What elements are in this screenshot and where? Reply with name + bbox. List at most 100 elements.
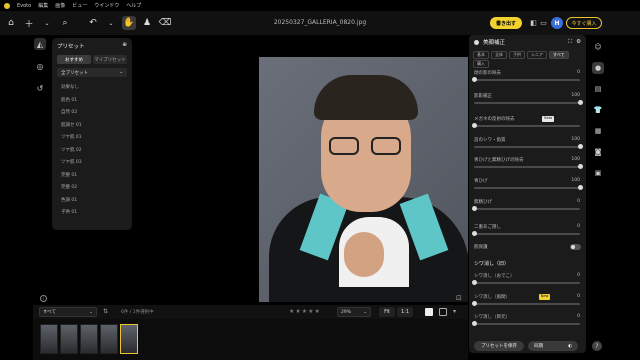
skin-icon[interactable]: ● bbox=[592, 62, 604, 74]
slider-track[interactable] bbox=[474, 144, 583, 149]
adjust-icon[interactable]: ◎ bbox=[34, 60, 46, 72]
tab-all[interactable]: すべて bbox=[549, 51, 569, 59]
clothing-icon[interactable]: 👕 bbox=[592, 104, 604, 116]
sync-button[interactable]: 同期 ◐ bbox=[528, 341, 578, 351]
thumbnail[interactable] bbox=[60, 324, 78, 354]
slider-knob[interactable] bbox=[472, 206, 477, 211]
preset-filter-dropdown[interactable]: 全プリセット ⌄ bbox=[57, 68, 127, 77]
slider-track[interactable] bbox=[472, 123, 580, 128]
camera-icon[interactable]: ◙ bbox=[592, 146, 604, 158]
preset-item[interactable]: 子供 01 bbox=[57, 206, 127, 219]
settings-icon[interactable]: ⚙ bbox=[576, 39, 581, 45]
export-button[interactable]: 書き出す bbox=[490, 17, 522, 29]
compare-icon[interactable]: ◧ bbox=[529, 18, 538, 27]
slider-knob[interactable] bbox=[472, 280, 477, 285]
chevron-down-icon[interactable]: ⌄ bbox=[40, 16, 54, 30]
slider-knob[interactable] bbox=[472, 77, 477, 82]
single-view-icon[interactable] bbox=[425, 308, 433, 316]
tab-overall[interactable]: 全体 bbox=[491, 51, 507, 59]
actual-size-button[interactable]: 1:1 bbox=[397, 307, 413, 317]
eraser-tool-icon[interactable]: ⌫ bbox=[158, 16, 172, 30]
fit-button[interactable]: Fit bbox=[379, 307, 395, 317]
preset-item[interactable]: 肌調せ 01 bbox=[57, 119, 127, 132]
slider-track[interactable] bbox=[472, 321, 580, 326]
stamp-tool-icon[interactable]: ♟ bbox=[140, 16, 154, 30]
adjust-slider[interactable]: 影影補正 100 bbox=[474, 93, 583, 105]
thumbnail-selected[interactable] bbox=[120, 324, 138, 354]
slider-knob[interactable] bbox=[472, 123, 477, 128]
preset-item[interactable]: ツヤ肌 02 bbox=[57, 144, 127, 157]
add-icon[interactable]: ＋ bbox=[22, 16, 36, 30]
tab-purchased[interactable]: 購入 bbox=[473, 60, 489, 68]
adjust-slider[interactable]: 顔の影の除去 0 bbox=[472, 70, 580, 82]
wrinkle-slider[interactable]: シワ消し（おでこ） 0 bbox=[472, 273, 580, 285]
preset-item[interactable]: ツヤ肌 01 bbox=[57, 131, 127, 144]
slider-knob[interactable] bbox=[472, 301, 477, 306]
hand-tool-icon[interactable]: ✋ bbox=[122, 16, 136, 30]
slider-track[interactable] bbox=[472, 280, 580, 285]
slider-track[interactable] bbox=[472, 301, 580, 306]
search-icon[interactable]: ⌕ bbox=[58, 16, 72, 30]
slider-knob[interactable] bbox=[578, 100, 583, 105]
thumbnail[interactable] bbox=[40, 324, 58, 354]
help-icon[interactable]: ? bbox=[592, 341, 602, 351]
slider-track[interactable] bbox=[472, 77, 580, 82]
preset-item[interactable]: 効果なし bbox=[57, 81, 127, 94]
preset-item[interactable]: 完璧 02 bbox=[57, 181, 127, 194]
tab-recommended[interactable]: おすすめ bbox=[57, 55, 91, 64]
preset-item[interactable]: 色調 01 bbox=[57, 194, 127, 207]
adjust-slider[interactable]: 青ひげ 100 bbox=[474, 178, 583, 190]
slider-track[interactable] bbox=[474, 164, 583, 169]
preset-item[interactable]: 完璧 01 bbox=[57, 169, 127, 182]
slider-knob[interactable] bbox=[578, 185, 583, 190]
tab-basic[interactable]: 基本 bbox=[473, 51, 489, 59]
slider-knob[interactable] bbox=[578, 144, 583, 149]
tab-senior[interactable]: シニア bbox=[527, 51, 547, 59]
rating-stars[interactable]: ★★★★★ bbox=[289, 308, 321, 315]
face-icon[interactable]: ☺ bbox=[592, 41, 604, 53]
sort-icon[interactable]: ⇅ bbox=[103, 308, 111, 316]
history-icon[interactable]: ↺ bbox=[34, 82, 46, 94]
slider-track[interactable] bbox=[472, 231, 580, 236]
thumbnail[interactable] bbox=[80, 324, 98, 354]
tab-my-presets[interactable]: マイプリセット bbox=[93, 55, 127, 64]
menu-app[interactable]: Evoto bbox=[17, 3, 31, 9]
menu-view[interactable]: ビュー bbox=[72, 2, 87, 9]
wrinkle-slider[interactable]: シワ消し（目元） 0 bbox=[472, 314, 580, 326]
wrinkle-slider[interactable]: シワ消し（眉間） New 0 bbox=[472, 294, 580, 306]
preset-item[interactable]: 肌色 01 bbox=[57, 94, 127, 107]
slider-track[interactable] bbox=[474, 100, 583, 105]
menu-help[interactable]: ヘルプ bbox=[126, 2, 141, 9]
compare-view-icon[interactable] bbox=[439, 308, 447, 316]
expand-icon[interactable]: ⊡ bbox=[456, 294, 462, 302]
thumbnail[interactable] bbox=[100, 324, 118, 354]
menu-edit[interactable]: 編集 bbox=[38, 2, 48, 9]
edited-photo[interactable] bbox=[259, 57, 468, 302]
adjust-slider[interactable]: 首のシワ・角質 100 bbox=[474, 137, 583, 149]
add-preset-icon[interactable]: ⊕ bbox=[122, 42, 127, 50]
save-preset-button[interactable]: プリセットを保存 bbox=[474, 341, 524, 351]
adjust-slider[interactable]: 青ひげと無精ひげの除去 100 bbox=[474, 157, 583, 169]
purchase-button[interactable]: 今すぐ購入 bbox=[566, 17, 602, 29]
filter-dropdown[interactable]: すべて ⌄ bbox=[39, 307, 97, 317]
adjust-slider[interactable]: メガネの反射の除去 Beta bbox=[472, 116, 580, 128]
background-icon[interactable]: ▦ bbox=[592, 125, 604, 137]
zoom-dropdown[interactable]: 29% ⌄ bbox=[337, 307, 371, 317]
info-icon[interactable]: i bbox=[40, 295, 47, 302]
more-views-icon[interactable]: ▾ bbox=[453, 308, 456, 315]
menu-window[interactable]: ウインドウ bbox=[94, 2, 119, 9]
skin-protect-toggle[interactable] bbox=[570, 244, 581, 250]
expand-panel-icon[interactable]: ⛶ bbox=[568, 39, 572, 46]
home-icon[interactable]: ⌂ bbox=[4, 16, 18, 30]
slider-knob[interactable] bbox=[578, 164, 583, 169]
monitor-icon[interactable]: ▭ bbox=[539, 18, 548, 27]
avatar[interactable]: H bbox=[551, 17, 563, 29]
slider-knob[interactable] bbox=[472, 231, 477, 236]
preset-item[interactable]: ツヤ肌 03 bbox=[57, 156, 127, 169]
preset-icon[interactable]: ◭ bbox=[34, 38, 46, 50]
menu-image[interactable]: 画像 bbox=[55, 2, 65, 9]
slider-track[interactable] bbox=[474, 185, 583, 190]
layers-icon[interactable]: ▤ bbox=[592, 83, 604, 95]
adjust-slider[interactable]: 二重あご隠し 0 bbox=[472, 224, 580, 236]
slider-knob[interactable] bbox=[472, 321, 477, 326]
